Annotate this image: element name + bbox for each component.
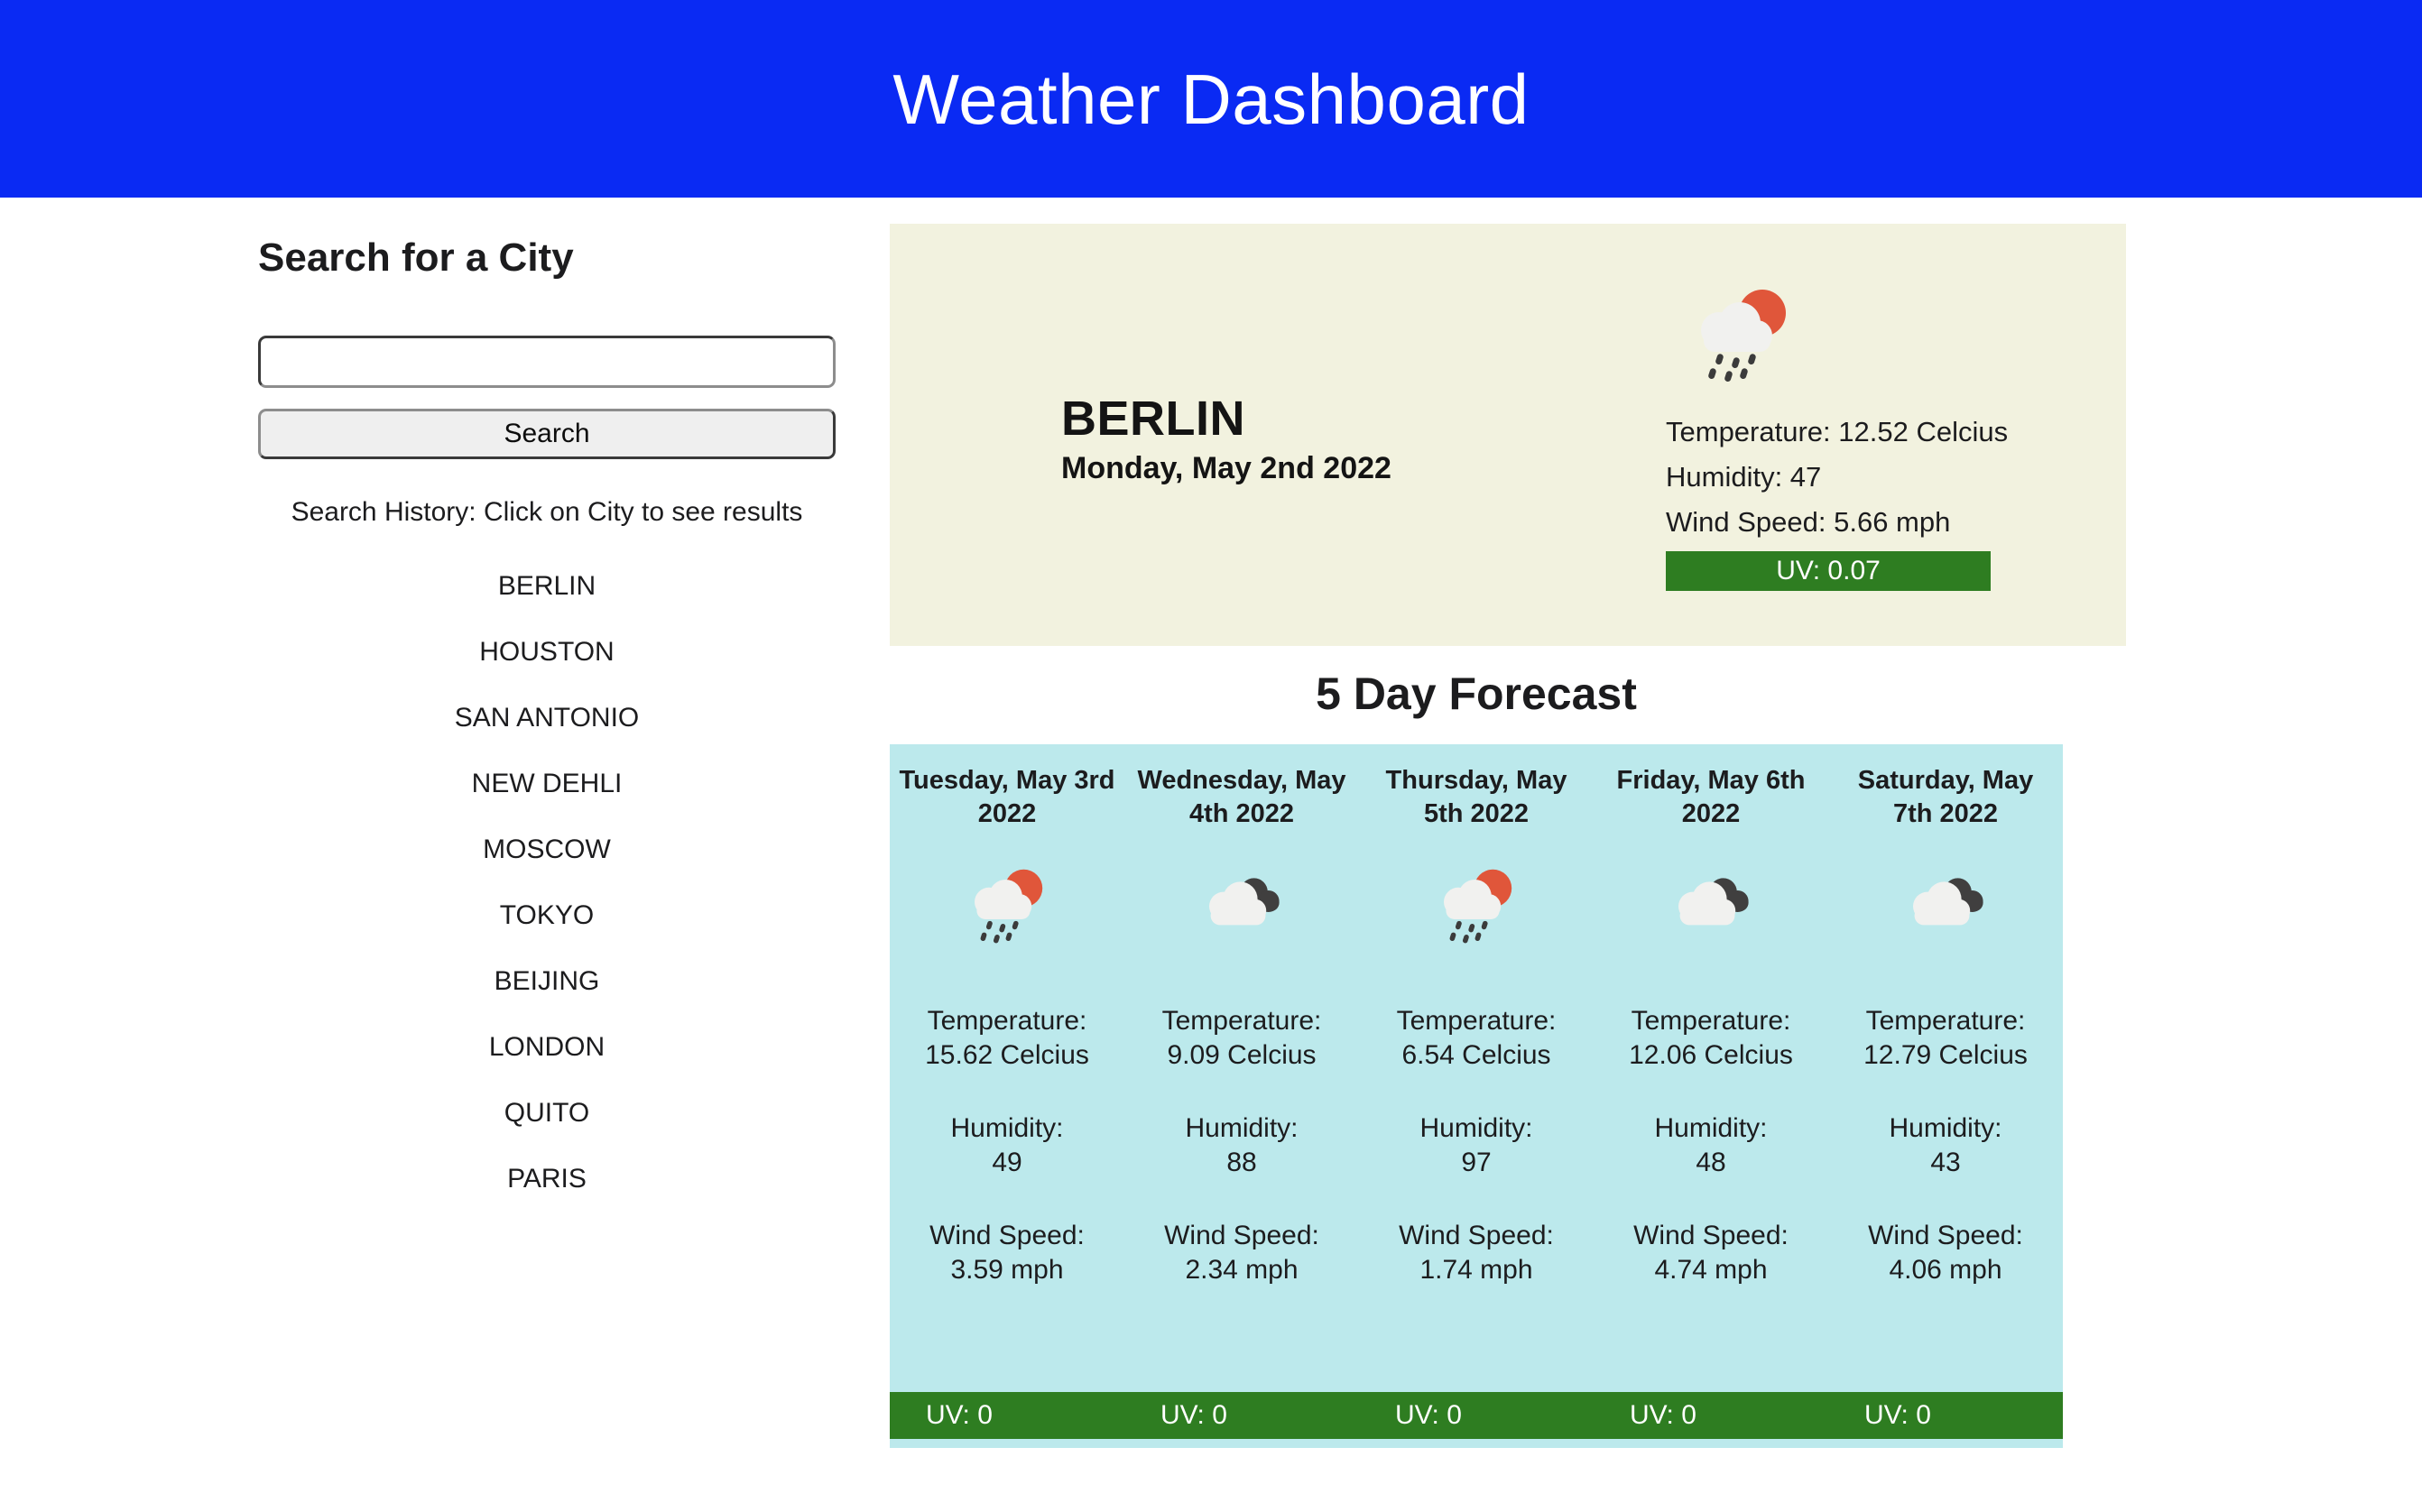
current-date: Monday, May 2nd 2022 xyxy=(1061,450,1391,485)
broken-clouds-icon xyxy=(1835,862,2056,948)
current-humidity: Humidity: 47 xyxy=(1666,461,1822,493)
current-weather-card: BERLIN Monday, May 2nd 2022 Temperature:… xyxy=(890,224,2126,646)
history-item-tokyo[interactable]: TOKYO xyxy=(258,882,836,948)
forecast-humidity-value: 48 xyxy=(1696,1148,1726,1178)
forecast-humidity: Humidity: 48 xyxy=(1601,1111,1821,1181)
forecast-day-card: Tuesday, May 3rd 2022 Temperature: 15.62… xyxy=(890,744,1124,1392)
forecast-humidity-label: Humidity: xyxy=(1654,1112,1768,1143)
forecast-temperature-label: Temperature: xyxy=(1631,1006,1791,1036)
search-heading: Search for a City xyxy=(258,235,574,280)
current-uv-badge: UV: 0.07 xyxy=(1666,550,1991,591)
search-button[interactable]: Search xyxy=(258,409,836,460)
forecast-temperature: Temperature: 12.06 Celcius xyxy=(1601,1004,1821,1074)
forecast-date: Friday, May 6th 2022 xyxy=(1616,766,1806,828)
forecast-date: Tuesday, May 3rd 2022 xyxy=(899,766,1115,828)
forecast-temperature-value: 9.09 Celcius xyxy=(1167,1040,1317,1071)
history-item-moscow[interactable]: MOSCOW xyxy=(258,816,836,882)
history-item-berlin[interactable]: BERLIN xyxy=(258,553,836,619)
current-stats: Temperature: 12.52 Celcius Humidity: 47 … xyxy=(1666,410,2027,546)
forecast-wind-value: 2.34 mph xyxy=(1185,1254,1299,1285)
forecast-temperature-value: 12.79 Celcius xyxy=(1863,1040,2028,1071)
forecast-wind-value: 4.06 mph xyxy=(1889,1254,2002,1285)
page-title: Weather Dashboard xyxy=(892,59,1530,139)
forecast-wind-label: Wind Speed: xyxy=(1868,1220,2023,1250)
forecast-uv-badge: UV: 0 xyxy=(1864,1400,1931,1430)
forecast-temperature-label: Temperature: xyxy=(1396,1006,1557,1036)
forecast-uv-badge: UV: 0 xyxy=(1630,1400,1696,1430)
forecast-humidity: Humidity: 49 xyxy=(897,1111,1117,1181)
current-temperature: Temperature: 12.52 Celcius xyxy=(1666,416,2009,447)
forecast-day-card: Friday, May 6th 2022 Temperature: 12.06 … xyxy=(1594,744,1828,1392)
forecast-date: Thursday, May 5th 2022 xyxy=(1385,766,1567,828)
history-item-london[interactable]: LONDON xyxy=(258,1014,836,1080)
forecast-wind-value: 4.74 mph xyxy=(1654,1254,1768,1285)
broken-clouds-icon xyxy=(1601,862,1821,948)
broken-clouds-icon xyxy=(1132,862,1352,948)
forecast-day-card: Saturday, May 7th 2022 Temperature: 12.7… xyxy=(1828,744,2063,1392)
forecast-humidity-value: 43 xyxy=(1930,1148,1961,1178)
search-history-list: BERLIN HOUSTON SAN ANTONIO NEW DEHLI MOS… xyxy=(258,553,836,1212)
forecast-uv-badge: UV: 0 xyxy=(926,1400,993,1430)
forecast-uv-row: UV: 0 UV: 0 UV: 0 UV: 0 UV: 0 xyxy=(890,1392,2063,1439)
app-header: Weather Dashboard xyxy=(0,0,2422,198)
history-item-beijing[interactable]: BEIJING xyxy=(258,948,836,1014)
weather-dashboard-page: Weather Dashboard Search for a City Sear… xyxy=(0,0,2422,1512)
forecast-humidity-label: Humidity: xyxy=(1889,1112,2002,1143)
history-item-quito[interactable]: QUITO xyxy=(258,1080,836,1146)
forecast-temperature-label: Temperature: xyxy=(1161,1006,1322,1036)
forecast-temperature-value: 6.54 Celcius xyxy=(1401,1040,1551,1071)
forecast-temperature: Temperature: 15.62 Celcius xyxy=(897,1004,1117,1074)
forecast-temperature-value: 12.06 Celcius xyxy=(1629,1040,1793,1071)
forecast-humidity-value: 49 xyxy=(992,1148,1022,1178)
current-city-name: BERLIN xyxy=(1061,392,1245,446)
forecast-temperature-value: 15.62 Celcius xyxy=(925,1040,1089,1071)
current-city-block: BERLIN Monday, May 2nd 2022 xyxy=(1061,393,1391,485)
forecast-wind-value: 3.59 mph xyxy=(950,1254,1064,1285)
forecast-humidity: Humidity: 97 xyxy=(1366,1111,1586,1181)
sun-behind-rain-cloud-icon xyxy=(1366,862,1586,948)
history-item-paris[interactable]: PARIS xyxy=(258,1146,836,1212)
forecast-day-card: Thursday, May 5th 2022 Temperature: 6.54… xyxy=(1359,744,1594,1392)
forecast-columns: Tuesday, May 3rd 2022 Temperature: 15.62… xyxy=(890,744,2063,1392)
forecast-humidity-value: 88 xyxy=(1226,1148,1257,1178)
current-wind-speed: Wind Speed: 5.66 mph xyxy=(1666,506,1951,539)
forecast-humidity: Humidity: 43 xyxy=(1835,1111,2056,1181)
forecast-wind-label: Wind Speed: xyxy=(1399,1220,1554,1250)
forecast-temperature: Temperature: 9.09 Celcius xyxy=(1132,1004,1352,1074)
forecast-humidity-label: Humidity: xyxy=(1185,1112,1299,1143)
search-history-label: Search History: Click on City to see res… xyxy=(291,497,803,528)
current-weather-details: Temperature: 12.52 Celcius Humidity: 47 … xyxy=(1666,280,2027,591)
forecast-wind-label: Wind Speed: xyxy=(1633,1220,1789,1250)
forecast-wind: Wind Speed: 3.59 mph xyxy=(897,1219,1117,1288)
forecast-panel: Tuesday, May 3rd 2022 Temperature: 15.62… xyxy=(890,744,2063,1448)
forecast-wind-label: Wind Speed: xyxy=(929,1220,1085,1250)
forecast-temperature: Temperature: 12.79 Celcius xyxy=(1835,1004,2056,1074)
forecast-wind: Wind Speed: 4.06 mph xyxy=(1835,1219,2056,1288)
forecast-wind-label: Wind Speed: xyxy=(1164,1220,1319,1250)
forecast-date: Saturday, May 7th 2022 xyxy=(1857,766,2034,828)
forecast-wind: Wind Speed: 4.74 mph xyxy=(1601,1219,1821,1288)
forecast-uv-badge: UV: 0 xyxy=(1160,1400,1227,1430)
search-input[interactable] xyxy=(258,336,836,389)
forecast-wind: Wind Speed: 1.74 mph xyxy=(1366,1219,1586,1288)
forecast-humidity-value: 97 xyxy=(1461,1148,1492,1178)
forecast-temperature-label: Temperature: xyxy=(1865,1006,2026,1036)
forecast-wind-value: 1.74 mph xyxy=(1419,1254,1533,1285)
forecast-humidity-label: Humidity: xyxy=(950,1112,1064,1143)
forecast-uv-badge: UV: 0 xyxy=(1395,1400,1462,1430)
forecast-wind: Wind Speed: 2.34 mph xyxy=(1132,1219,1352,1288)
forecast-temperature-label: Temperature: xyxy=(927,1006,1087,1036)
forecast-temperature: Temperature: 6.54 Celcius xyxy=(1366,1004,1586,1074)
history-item-new-dehli[interactable]: NEW DEHLI xyxy=(258,751,836,816)
forecast-humidity-label: Humidity: xyxy=(1419,1112,1533,1143)
forecast-date: Wednesday, May 4th 2022 xyxy=(1137,766,1346,828)
sun-behind-rain-cloud-icon xyxy=(897,862,1117,948)
history-item-houston[interactable]: HOUSTON xyxy=(258,619,836,685)
forecast-heading: 5 Day Forecast xyxy=(1316,668,1637,719)
search-sidebar: Search for a City Search Search History:… xyxy=(258,235,841,1212)
forecast-day-card: Wednesday, May 4th 2022 Temperature: 9.0… xyxy=(1124,744,1359,1392)
history-item-san-antonio[interactable]: SAN ANTONIO xyxy=(258,685,836,751)
sun-behind-rain-cloud-icon xyxy=(1666,280,2027,397)
forecast-humidity: Humidity: 88 xyxy=(1132,1111,1352,1181)
